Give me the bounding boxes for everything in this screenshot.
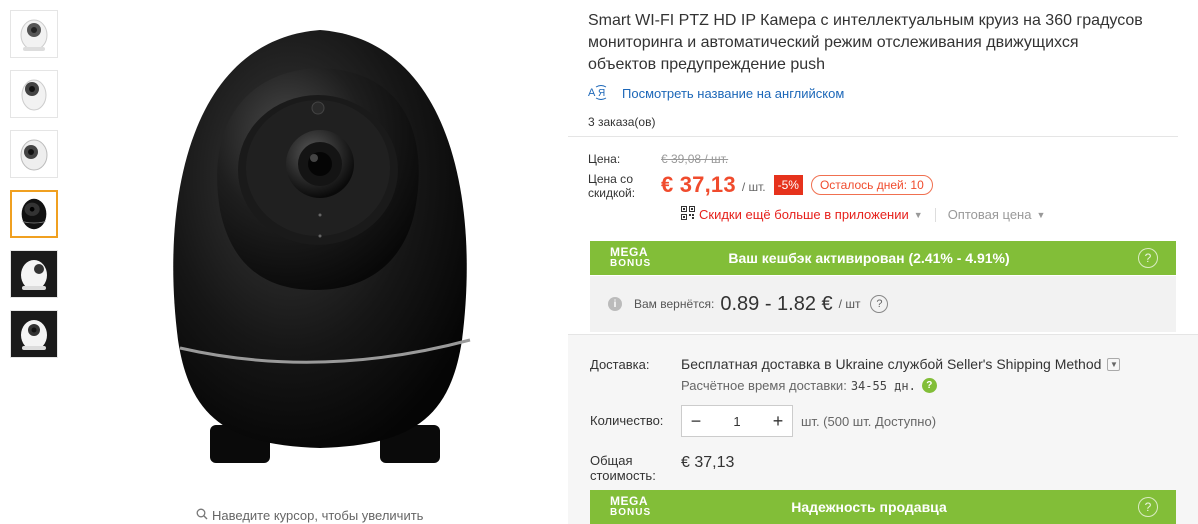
wholesale-price-link[interactable]: Оптовая цена bbox=[948, 207, 1032, 222]
svg-text:A: A bbox=[588, 87, 596, 99]
thumb-white-camera-2[interactable] bbox=[10, 70, 58, 118]
svg-text:Я: Я bbox=[598, 88, 605, 99]
zoom-hint: Наведите курсор, чтобы увеличить bbox=[196, 508, 423, 523]
increase-button[interactable]: + bbox=[764, 411, 792, 432]
thumbnail-list bbox=[10, 10, 60, 370]
discount-price-label: Цена со скидкой: bbox=[588, 172, 636, 200]
product-header: Smart WI-FI PTZ HD IP Камера с интеллект… bbox=[588, 10, 1188, 129]
orders-count: 3 заказа(ов) bbox=[588, 115, 656, 129]
original-price: € 39,08 / шт. bbox=[661, 152, 729, 166]
delivery-eta-label: Расчётное время доставки: bbox=[681, 378, 847, 393]
mega-bonus-logo: MEGA BONUS bbox=[610, 245, 652, 269]
delivery-label: Доставка: bbox=[590, 357, 650, 372]
quantity-available: шт. (500 шт. Доступно) bbox=[801, 413, 937, 429]
mega-bonus-cashback-banner: MEGA BONUS Ваш кешбэк активирован (2.41%… bbox=[590, 241, 1176, 275]
help-icon[interactable]: ? bbox=[1138, 497, 1158, 517]
chevron-down-icon[interactable]: ▼ bbox=[1036, 210, 1045, 220]
days-left-badge: Осталось дней: 10 bbox=[810, 175, 933, 195]
price-label: Цена: bbox=[588, 152, 621, 166]
delivery-method-text[interactable]: Бесплатная доставка в Ukraine службой Se… bbox=[681, 356, 1101, 372]
price-block: Цена: € 39,08 / шт. Цена со скидкой: € 3… bbox=[568, 136, 1178, 223]
translate-icon: AЯ bbox=[588, 84, 614, 103]
help-icon[interactable]: ? bbox=[1138, 248, 1158, 268]
qr-code-icon bbox=[681, 206, 695, 223]
help-icon[interactable]: ? bbox=[921, 378, 937, 393]
product-title: Smart WI-FI PTZ HD IP Камера с интеллект… bbox=[588, 12, 1143, 73]
zoom-hint-text: Наведите курсор, чтобы увеличить bbox=[212, 508, 424, 523]
decrease-button[interactable]: − bbox=[682, 411, 710, 432]
delivery-eta: Расчётное время доставки: 34-55 дн. ? bbox=[681, 378, 937, 393]
delivery-method[interactable]: Бесплатная доставка в Ukraine службой Se… bbox=[681, 356, 1121, 372]
cashback-unit: / шт bbox=[838, 297, 861, 311]
cashback-activated-text: Ваш кешбэк активирован (2.41% - 4.91%) bbox=[728, 250, 1010, 266]
quantity-stepper[interactable]: − 1 + bbox=[681, 405, 793, 437]
quantity-row: − 1 + шт. (500 шт. Доступно) bbox=[681, 405, 936, 437]
seller-reliability-text: Надежность продавца bbox=[791, 499, 947, 515]
total-label: Общая стоимость: bbox=[590, 453, 656, 483]
main-product-image[interactable] bbox=[80, 0, 560, 500]
delivery-eta-value: 34-55 дн. bbox=[850, 378, 916, 393]
magnifier-icon bbox=[196, 508, 208, 523]
thumb-white-camera-1[interactable] bbox=[10, 10, 58, 58]
thumb-black-camera[interactable] bbox=[10, 190, 58, 238]
thumb-white-camera-dark-bg-2[interactable] bbox=[10, 310, 58, 358]
discount-percent-badge: -5% bbox=[773, 175, 803, 195]
discount-price: € 37,13 bbox=[661, 172, 736, 197]
cashback-value: 0.89 - 1.82 € bbox=[720, 292, 833, 315]
cashback-panel: i Вам вернётся: 0.89 - 1.82 € / шт ? bbox=[590, 276, 1176, 332]
thumb-white-camera-3[interactable] bbox=[10, 130, 58, 178]
mega-bonus-seller-banner: MEGA BONUS Надежность продавца ? bbox=[590, 490, 1176, 524]
translate-link[interactable]: AЯ Посмотреть название на английском bbox=[588, 84, 1188, 103]
help-icon[interactable]: ? bbox=[870, 295, 889, 313]
translate-link-text[interactable]: Посмотреть название на английском bbox=[622, 86, 844, 101]
mega-bonus-logo: MEGA BONUS bbox=[610, 494, 652, 518]
quantity-label: Количество: bbox=[590, 413, 664, 428]
total-price: € 37,13 bbox=[681, 454, 735, 471]
chevron-down-icon[interactable]: ▼ bbox=[914, 210, 923, 220]
price-per-unit: / шт. bbox=[741, 180, 766, 194]
divider bbox=[934, 207, 936, 222]
cashback-label: Вам вернётся: bbox=[634, 297, 715, 311]
quantity-input[interactable]: 1 bbox=[710, 414, 764, 429]
thumb-white-camera-dark-bg[interactable] bbox=[10, 250, 58, 298]
info-icon: i bbox=[608, 297, 622, 311]
chevron-down-icon[interactable]: ▼ bbox=[1107, 357, 1121, 371]
app-discount-link[interactable]: Скидки ещё больше в приложении bbox=[699, 207, 909, 222]
